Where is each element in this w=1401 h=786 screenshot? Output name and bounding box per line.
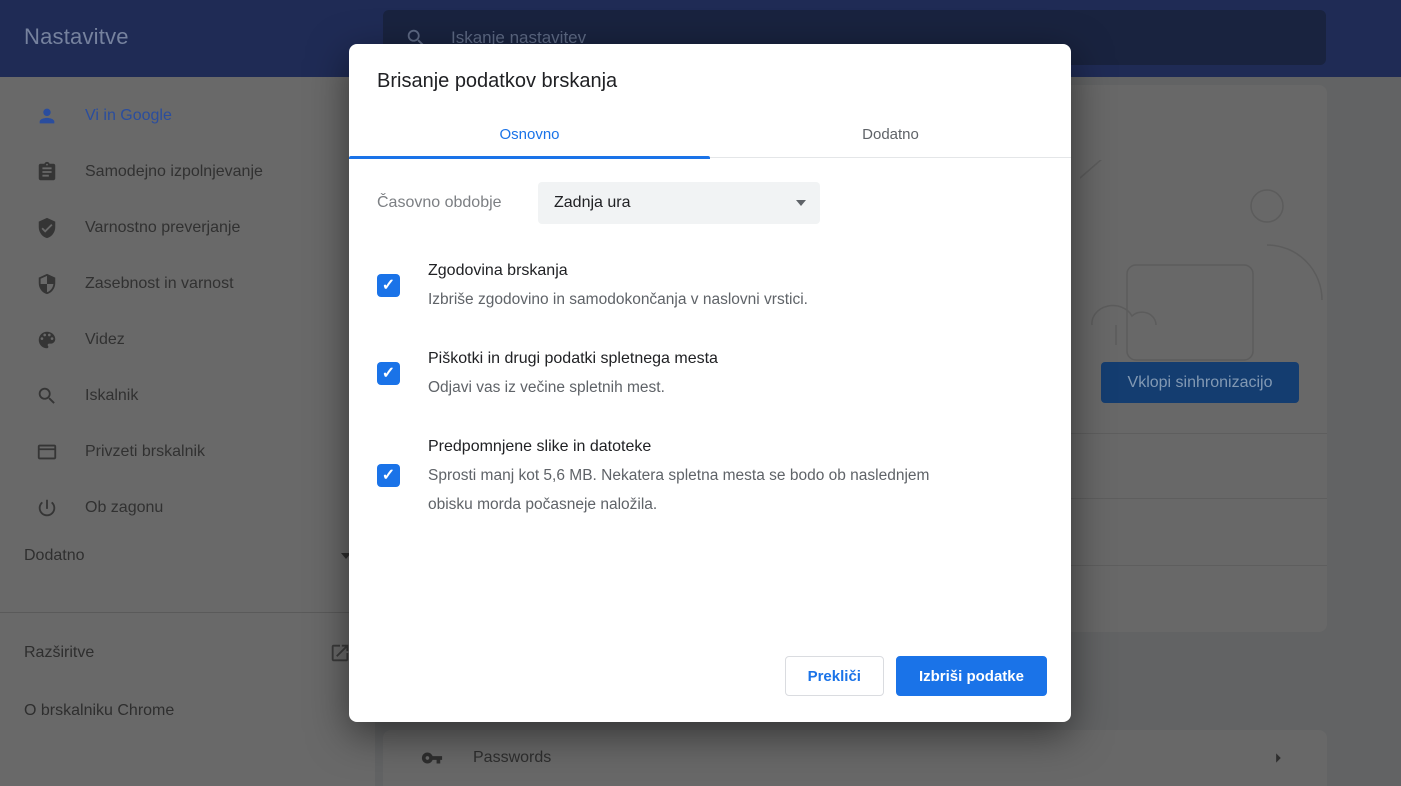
cancel-button[interactable]: Prekliči <box>785 656 884 696</box>
sidebar-item-autofill[interactable]: Samodejno izpolnjevanje <box>0 144 375 200</box>
palette-icon <box>36 329 58 351</box>
passwords-row[interactable]: Passwords <box>383 730 1327 786</box>
cookies-item: Piškotki in drugi podatki spletnega mest… <box>377 344 1043 402</box>
sidebar-item-label: Ob zagonu <box>85 499 163 517</box>
search-engine-icon <box>36 385 58 407</box>
dialog-tabs: Osnovno Dodatno <box>349 110 1071 158</box>
key-icon <box>421 747 443 769</box>
extensions-label: Razširitve <box>24 644 94 662</box>
chevron-right-icon <box>1267 747 1289 769</box>
sidebar-item-label: Iskalnik <box>85 387 138 405</box>
sidebar-item-label: Zasebnost in varnost <box>85 275 234 293</box>
browsing-history-checkbox[interactable] <box>377 274 400 297</box>
power-icon <box>36 497 58 519</box>
sidebar-item-on-startup[interactable]: Ob zagonu <box>0 480 375 536</box>
dialog-title: Brisanje podatkov brskanja <box>377 70 617 93</box>
sidebar-item-default-browser[interactable]: Privzeti brskalnik <box>0 424 375 480</box>
sidebar-item-label: Samodejno izpolnjevanje <box>85 163 263 181</box>
privacy-shield-icon <box>36 273 58 295</box>
clear-data-button[interactable]: Izbriši podatke <box>896 656 1047 696</box>
turn-on-sync-button[interactable]: Vklopi sinhronizacijo <box>1101 362 1299 403</box>
sidebar-divider <box>0 612 375 613</box>
cached-images-checkbox[interactable] <box>377 464 400 487</box>
time-range-label: Časovno obdobje <box>377 194 538 212</box>
clear-browsing-data-dialog: Brisanje podatkov brskanja Osnovno Dodat… <box>349 44 1071 722</box>
open-in-new-icon <box>329 642 351 664</box>
tab-basic[interactable]: Osnovno <box>349 110 710 158</box>
sidebar-item-about-chrome[interactable]: O brskalniku Chrome <box>0 693 375 729</box>
browser-icon <box>36 441 58 463</box>
sidebar-item-label: Vi in Google <box>85 107 172 125</box>
item-description: Odjavi vas iz večine spletnih mest. <box>428 373 718 402</box>
autofill-icon <box>36 161 58 183</box>
sidebar-item-appearance[interactable]: Videz <box>0 312 375 368</box>
sidebar-advanced-toggle[interactable]: Dodatno <box>0 539 375 573</box>
item-label: Predpomnjene slike in datoteke <box>428 432 938 461</box>
sidebar-item-privacy[interactable]: Zasebnost in varnost <box>0 256 375 312</box>
dialog-footer: Prekliči Izbriši podatke <box>785 656 1047 696</box>
chevron-down-icon <box>796 200 806 206</box>
dialog-body: Časovno obdobje Zadnja ura Zgodovina brs… <box>349 158 1071 519</box>
time-range-value: Zadnja ura <box>554 194 631 212</box>
sidebar: Vi in Google Samodejno izpolnjevanje Var… <box>0 77 375 786</box>
sidebar-item-label: Videz <box>85 331 125 349</box>
safety-check-icon <box>36 217 58 239</box>
time-range-row: Časovno obdobje Zadnja ura <box>377 182 1043 224</box>
item-description: Izbriše zgodovino in samodokončanja v na… <box>428 285 808 314</box>
time-range-select[interactable]: Zadnja ura <box>538 182 820 224</box>
chrome-settings-page: Nastavitve Vi in Google Samodejno izpoln… <box>0 0 1401 786</box>
sidebar-item-vi-in-google[interactable]: Vi in Google <box>0 88 375 144</box>
sidebar-item-label: Varnostno preverjanje <box>85 219 240 237</box>
browsing-history-item: Zgodovina brskanja Izbriše zgodovino in … <box>377 256 1043 314</box>
tab-advanced[interactable]: Dodatno <box>710 110 1071 158</box>
passwords-label: Passwords <box>473 749 551 767</box>
sidebar-item-extensions[interactable]: Razširitve <box>0 635 375 671</box>
sidebar-item-search-engine[interactable]: Iskalnik <box>0 368 375 424</box>
about-label: O brskalniku Chrome <box>24 702 174 720</box>
cookies-checkbox[interactable] <box>377 362 400 385</box>
sidebar-menu: Vi in Google Samodejno izpolnjevanje Var… <box>0 88 375 536</box>
page-title: Nastavitve <box>24 24 129 50</box>
sidebar-item-label: Privzeti brskalnik <box>85 443 205 461</box>
item-label: Zgodovina brskanja <box>428 256 808 285</box>
cached-images-item: Predpomnjene slike in datoteke Sprosti m… <box>377 432 1043 519</box>
item-description: Sprosti manj kot 5,6 MB. Nekatera spletn… <box>428 461 938 519</box>
item-label: Piškotki in drugi podatki spletnega mest… <box>428 344 718 373</box>
sidebar-item-safety-check[interactable]: Varnostno preverjanje <box>0 200 375 256</box>
person-icon <box>36 105 58 127</box>
advanced-label: Dodatno <box>24 547 85 565</box>
